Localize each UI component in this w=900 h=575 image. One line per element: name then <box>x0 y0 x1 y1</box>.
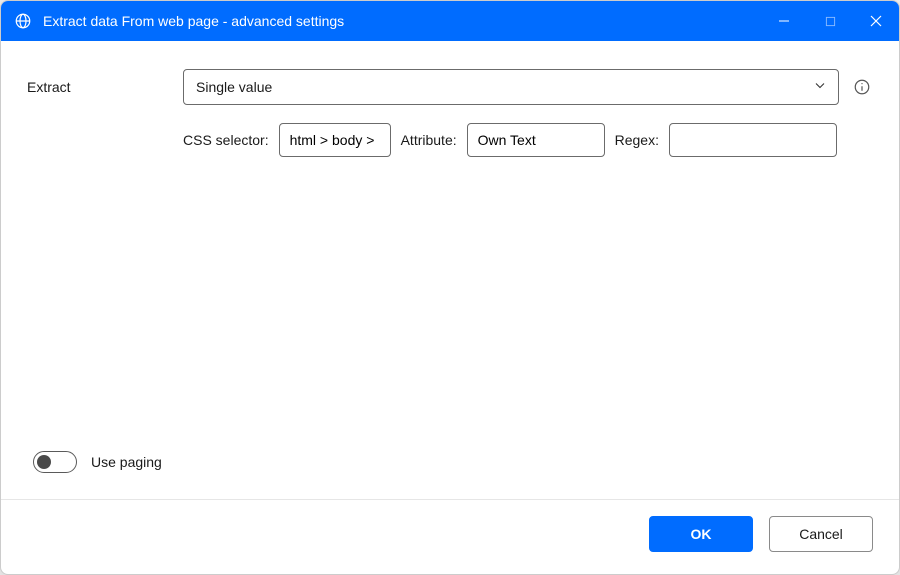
minimize-button[interactable] <box>761 1 807 41</box>
close-button[interactable] <box>853 1 899 41</box>
paging-row: Use paging <box>27 451 873 473</box>
ok-button[interactable]: OK <box>649 516 753 552</box>
window-title: Extract data From web page - advanced se… <box>43 13 344 29</box>
maximize-button[interactable] <box>807 1 853 41</box>
css-selector-label: CSS selector: <box>183 132 269 148</box>
regex-input[interactable] <box>669 123 837 157</box>
dialog-window: Extract data From web page - advanced se… <box>0 0 900 575</box>
info-icon[interactable] <box>851 76 873 98</box>
extract-dropdown[interactable]: Single value <box>183 69 839 105</box>
dialog-footer: OK Cancel <box>1 499 899 574</box>
window-controls <box>761 1 899 41</box>
titlebar: Extract data From web page - advanced se… <box>1 1 899 41</box>
extract-label: Extract <box>27 79 183 95</box>
chevron-down-icon <box>812 78 828 97</box>
use-paging-label: Use paging <box>91 454 162 470</box>
cancel-button[interactable]: Cancel <box>769 516 873 552</box>
extract-row: Extract Single value <box>27 69 873 105</box>
globe-icon <box>13 11 33 31</box>
dialog-body: Extract Single value CSS selector: Attri… <box>1 41 899 499</box>
css-selector-input[interactable] <box>279 123 391 157</box>
extract-dropdown-value: Single value <box>196 79 272 95</box>
toggle-knob <box>37 455 51 469</box>
attribute-input[interactable] <box>467 123 605 157</box>
selector-row: CSS selector: Attribute: Regex: <box>183 123 873 157</box>
attribute-label: Attribute: <box>401 132 457 148</box>
regex-label: Regex: <box>615 132 659 148</box>
use-paging-toggle[interactable] <box>33 451 77 473</box>
